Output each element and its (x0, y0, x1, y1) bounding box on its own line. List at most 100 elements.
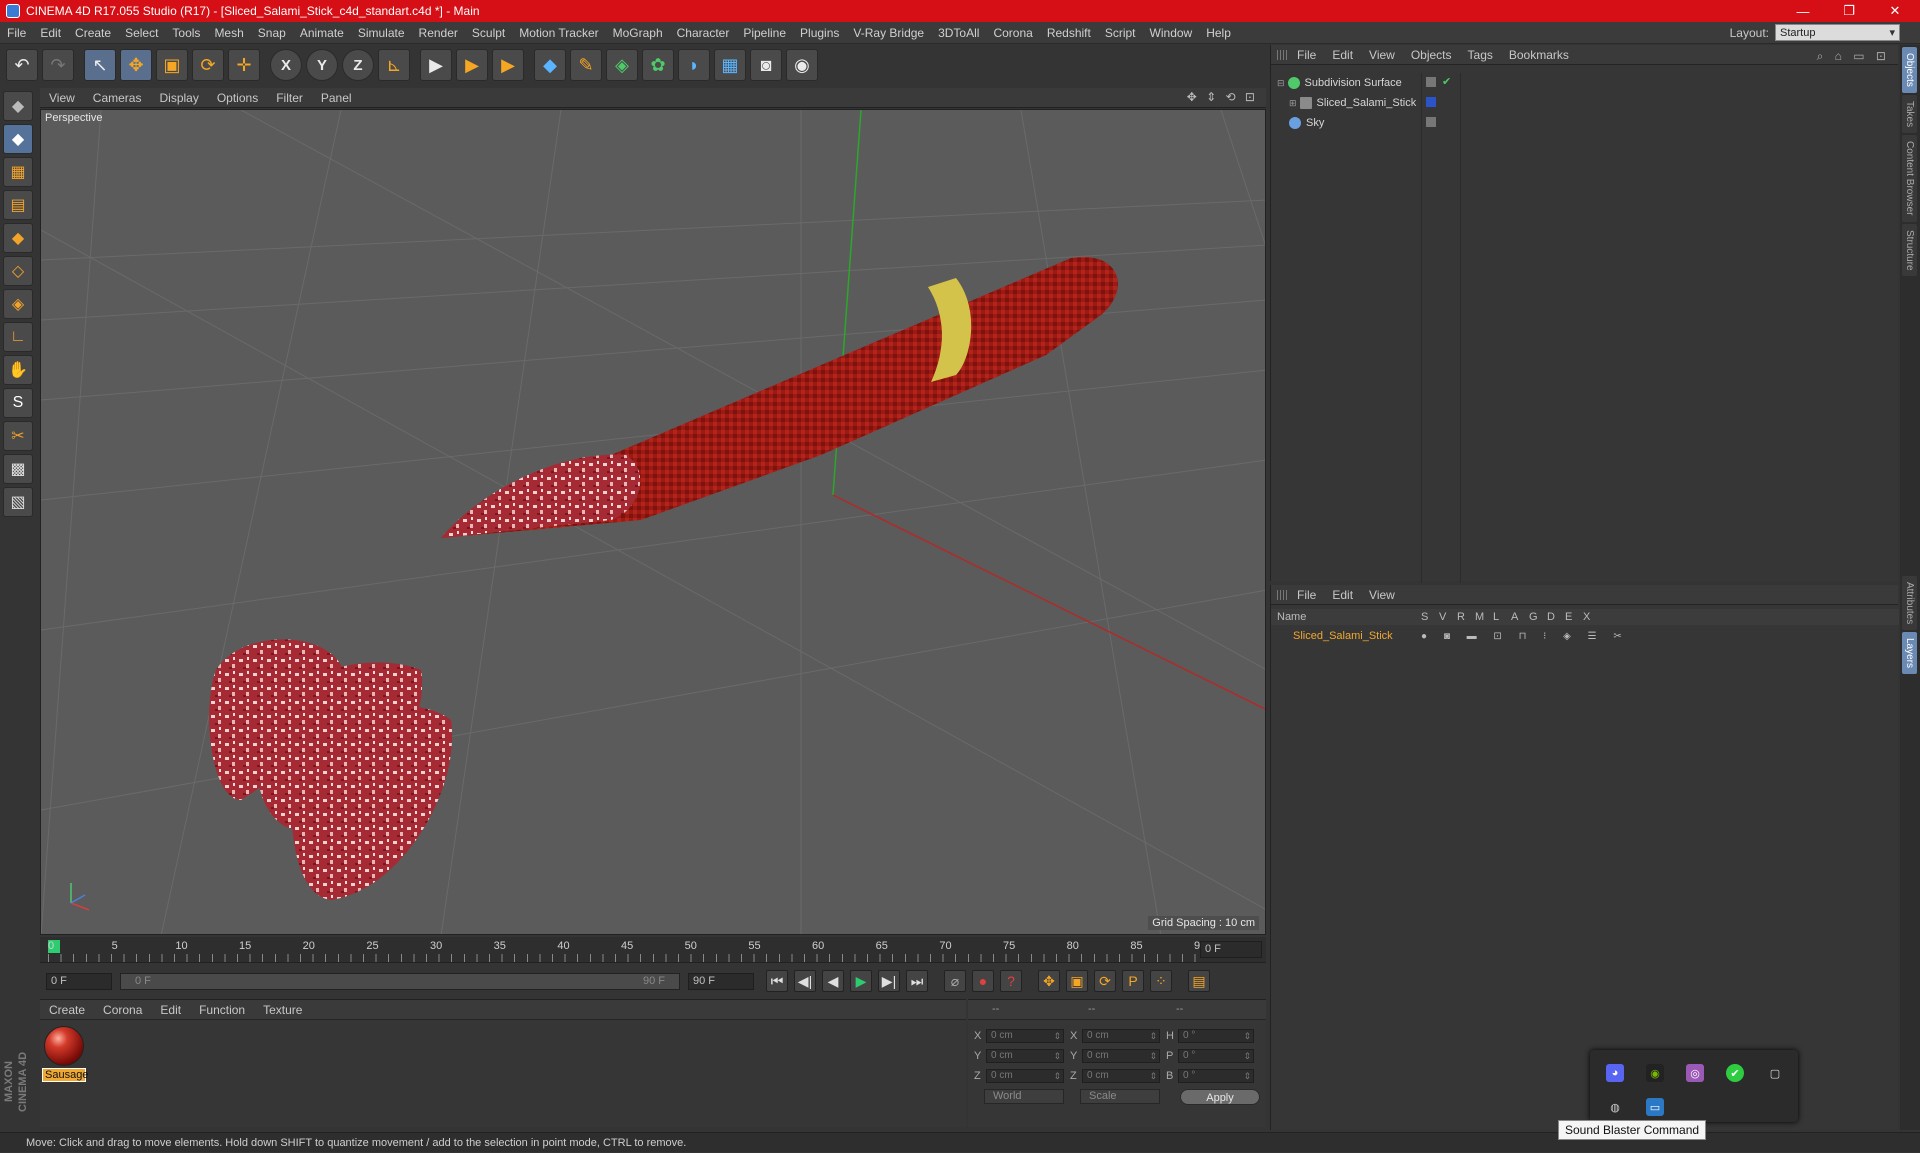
tab-structure[interactable]: Structure (1902, 223, 1917, 277)
menu-sculpt[interactable]: Sculpt (465, 26, 512, 40)
key-position-icon[interactable]: ✥ (1038, 970, 1060, 992)
coordinate-system-icon[interactable]: ⊾ (378, 49, 410, 81)
position-x-field[interactable]: 0 cm (986, 1029, 1064, 1043)
rotation-p-field[interactable]: 0 ° (1178, 1049, 1254, 1063)
material-menu-edit[interactable]: Edit (151, 1003, 190, 1017)
viewport-menu-view[interactable]: View (40, 91, 84, 105)
cube-primitive-icon[interactable]: ◆ (534, 49, 566, 81)
tab-objects[interactable]: Objects (1902, 47, 1917, 93)
menu-select[interactable]: Select (118, 26, 165, 40)
current-frame-field[interactable]: 0 F (1200, 941, 1262, 958)
record-keys-icon[interactable]: ● (972, 970, 994, 992)
light-icon[interactable]: ◉ (786, 49, 818, 81)
rotate-tool-icon[interactable]: ⟳ (192, 49, 224, 81)
x-axis-lock-icon[interactable]: X (270, 49, 302, 81)
timeline-window-icon[interactable]: ▤ (1188, 970, 1210, 992)
render-settings-icon[interactable]: ▶ (492, 49, 524, 81)
viewport-menu-filter[interactable]: Filter (267, 91, 312, 105)
material-menu-create[interactable]: Create (40, 1003, 94, 1017)
key-parameter-icon[interactable]: P (1122, 970, 1144, 992)
workplane-lock-icon[interactable]: ▩ (3, 454, 33, 484)
viewport-navigation-icons[interactable]: ✥ ⇕ ⟲ ⊡ (1187, 90, 1258, 104)
layers-menu-edit[interactable]: Edit (1324, 588, 1361, 602)
menu-character[interactable]: Character (670, 26, 737, 40)
material-sausage[interactable]: Sausage (42, 1026, 88, 1082)
nvidia-icon[interactable]: ◉ (1646, 1064, 1664, 1082)
tab-takes[interactable]: Takes (1902, 94, 1917, 134)
tab-layers[interactable]: Layers (1902, 632, 1917, 675)
restore-button[interactable]: ❐ (1826, 0, 1872, 22)
move-tool-icon[interactable]: ✥ (120, 49, 152, 81)
menu-mograph[interactable]: MoGraph (606, 26, 670, 40)
rotation-h-field[interactable]: 0 ° (1178, 1029, 1254, 1043)
tweak-mode-icon[interactable]: ✋ (3, 355, 33, 385)
edges-mode-icon[interactable]: ◇ (3, 256, 33, 286)
polygons-mode-icon[interactable]: ◈ (3, 289, 33, 319)
viewport-menu-cameras[interactable]: Cameras (84, 91, 151, 105)
enabled-checkmark-icon[interactable]: ✔ (1442, 75, 1451, 88)
make-editable-icon[interactable]: ◆ (3, 91, 33, 121)
menu-script[interactable]: Script (1098, 26, 1143, 40)
menu-tools[interactable]: Tools (165, 26, 207, 40)
redo-icon[interactable]: ↷ (42, 49, 74, 81)
end-frame-field[interactable]: 90 F (688, 972, 754, 990)
menu-pipeline[interactable]: Pipeline (736, 26, 793, 40)
position-y-field[interactable]: 0 cm (986, 1049, 1064, 1063)
key-scale-icon[interactable]: ▣ (1066, 970, 1088, 992)
play-forwards-icon[interactable]: ▶ (850, 970, 872, 992)
menu-motion-tracker[interactable]: Motion Tracker (512, 26, 605, 40)
objects-menu-tags[interactable]: Tags (1460, 48, 1501, 62)
layer-row[interactable]: Sliced_Salami_Stick ● ◙ ▬ ⊡ ⊓ ⁝ ◈ ☰ ✂ (1271, 627, 1899, 645)
layout-dropdown[interactable]: Startup (1775, 24, 1900, 42)
y-axis-lock-icon[interactable]: Y (306, 49, 338, 81)
steam-icon[interactable]: ◍ (1606, 1098, 1624, 1116)
menu-create[interactable]: Create (68, 26, 118, 40)
workplane-mode-icon[interactable]: ▤ (3, 190, 33, 220)
scale-tool-icon[interactable]: ▣ (156, 49, 188, 81)
mograph-cloner-icon[interactable]: ✿ (642, 49, 674, 81)
object-row-sliced-salami-stick[interactable]: ⊞ Sliced_Salami_Stick (1271, 93, 1421, 113)
z-axis-lock-icon[interactable]: Z (342, 49, 374, 81)
floor-icon[interactable]: ▦ (714, 49, 746, 81)
menu-corona[interactable]: Corona (986, 26, 1039, 40)
size-y-field[interactable]: 0 cm (1082, 1049, 1160, 1063)
material-menu-corona[interactable]: Corona (94, 1003, 151, 1017)
close-button[interactable]: ✕ (1872, 0, 1918, 22)
objects-menu-edit[interactable]: Edit (1324, 48, 1361, 62)
motion-record-icon[interactable]: ⌀ (944, 970, 966, 992)
layer-flag-icons[interactable]: ● ◙ ▬ ⊡ ⊓ ⁝ ◈ ☰ ✂ (1421, 631, 1629, 642)
texture-mode-icon[interactable]: ▦ (3, 157, 33, 187)
layers-menu-file[interactable]: File (1289, 588, 1324, 602)
discord-icon[interactable]: ◕ (1606, 1064, 1624, 1082)
next-key-icon[interactable]: ▶| (878, 970, 900, 992)
menu-file[interactable]: File (0, 26, 33, 40)
start-frame-field[interactable]: 0 F (46, 972, 112, 990)
menu-mesh[interactable]: Mesh (207, 26, 250, 40)
key-rotation-icon[interactable]: ⟳ (1094, 970, 1116, 992)
edit-visibility-toggle[interactable] (1426, 117, 1436, 127)
menu-animate[interactable]: Animate (293, 26, 351, 40)
material-menu-texture[interactable]: Texture (254, 1003, 311, 1017)
viewport-menu-options[interactable]: Options (208, 91, 267, 105)
object-row-sky[interactable]: Sky (1271, 113, 1421, 133)
play-backwards-icon[interactable]: ◀ (822, 970, 844, 992)
layer-color-swatch[interactable] (1426, 97, 1436, 107)
preview-range-slider[interactable]: 0 F 90 F (120, 972, 680, 990)
snap-icon[interactable]: ✂ (3, 421, 33, 451)
menu-edit[interactable]: Edit (33, 26, 68, 40)
menu-plugins[interactable]: Plugins (793, 26, 846, 40)
security-check-icon[interactable]: ✔ (1726, 1064, 1744, 1082)
key-pla-icon[interactable]: ⁘ (1150, 970, 1172, 992)
perspective-viewport[interactable]: Perspective Grid Spacing : 10 cm (40, 109, 1266, 935)
tab-attributes[interactable]: Attributes (1902, 576, 1917, 631)
model-mode-icon[interactable]: ◆ (3, 124, 33, 154)
objects-menu-bookmarks[interactable]: Bookmarks (1501, 48, 1577, 62)
viewport-menu-display[interactable]: Display (150, 91, 207, 105)
go-to-start-icon[interactable]: ⏮ (766, 970, 788, 992)
camera-icon[interactable]: ◙ (750, 49, 782, 81)
edit-visibility-toggle[interactable] (1426, 77, 1436, 87)
apply-button[interactable]: Apply (1180, 1089, 1260, 1105)
menu-render[interactable]: Render (412, 26, 465, 40)
tab-content-browser[interactable]: Content Browser (1902, 135, 1917, 222)
render-picture-viewer-icon[interactable]: ▶ (456, 49, 488, 81)
